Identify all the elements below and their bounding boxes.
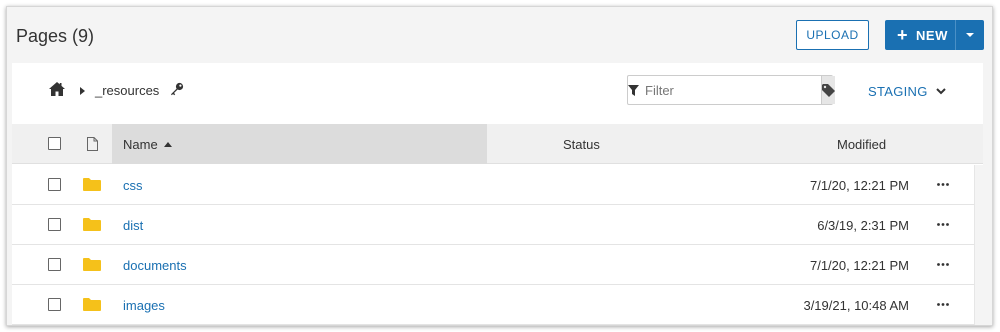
- breadcrumb-current[interactable]: _resources: [95, 83, 159, 98]
- row-modified: 7/1/20, 12:21 PM: [809, 178, 909, 193]
- new-dropdown-toggle[interactable]: [956, 33, 984, 37]
- table-header: Name Status Modified: [12, 124, 983, 164]
- row-checkbox[interactable]: [48, 178, 61, 191]
- chevron-right-icon: [80, 87, 85, 95]
- file-list: css 7/1/20, 12:21 PM dist 6/3/19, 2:31 P…: [12, 165, 974, 325]
- table-row[interactable]: dist 6/3/19, 2:31 PM: [12, 205, 974, 245]
- table-row[interactable]: images 3/19/21, 10:48 AM: [12, 285, 974, 325]
- row-name-link[interactable]: dist: [123, 218, 143, 233]
- row-modified: 6/3/19, 2:31 PM: [817, 218, 909, 233]
- row-checkbox[interactable]: [48, 298, 61, 311]
- row-name-link[interactable]: documents: [123, 258, 187, 273]
- page-title: Pages (9): [16, 26, 95, 46]
- filter-box: [627, 75, 835, 105]
- document-icon: [87, 137, 98, 151]
- table-row[interactable]: documents 7/1/20, 12:21 PM: [12, 245, 974, 285]
- key-icon[interactable]: [170, 82, 184, 96]
- column-header-modified[interactable]: Modified: [837, 137, 886, 152]
- row-name-link[interactable]: css: [123, 178, 143, 193]
- plus-icon: +: [897, 25, 909, 45]
- home-icon[interactable]: [49, 82, 65, 96]
- chevron-down-icon: [935, 88, 946, 95]
- vertical-scrollbar[interactable]: [974, 165, 983, 325]
- row-checkbox[interactable]: [48, 218, 61, 231]
- folder-icon: [83, 178, 101, 191]
- filter-input[interactable]: [639, 76, 821, 104]
- content-panel: _resources STAGING: [12, 63, 983, 325]
- column-header-status[interactable]: Status: [563, 137, 600, 152]
- folder-icon: [83, 258, 101, 271]
- environment-selector[interactable]: STAGING: [868, 84, 946, 99]
- pages-window: Pages (9) UPLOAD + NEW _resources Filter…: [6, 6, 993, 326]
- tag-icon: [822, 83, 835, 97]
- environment-label: STAGING: [868, 84, 928, 99]
- caret-down-icon: [966, 33, 974, 37]
- filter-icon: [628, 76, 639, 104]
- more-actions-icon[interactable]: [936, 177, 950, 191]
- folder-icon: [83, 218, 101, 231]
- upload-button[interactable]: UPLOAD: [796, 20, 869, 50]
- new-button[interactable]: + NEW: [885, 20, 955, 50]
- row-name-link[interactable]: images: [123, 298, 165, 313]
- row-modified: 3/19/21, 10:48 AM: [803, 298, 909, 313]
- tag-filter-button[interactable]: [821, 76, 835, 104]
- more-actions-icon[interactable]: [936, 217, 950, 231]
- column-header-name[interactable]: Name: [123, 137, 172, 152]
- sort-ascending-icon: [163, 142, 172, 147]
- more-actions-icon[interactable]: [936, 257, 950, 271]
- row-checkbox[interactable]: [48, 258, 61, 271]
- row-modified: 7/1/20, 12:21 PM: [809, 258, 909, 273]
- breadcrumb: _resources: [12, 63, 983, 118]
- table-row[interactable]: css 7/1/20, 12:21 PM: [12, 165, 974, 205]
- folder-icon: [83, 298, 101, 311]
- new-button-label: NEW: [916, 27, 948, 43]
- more-actions-icon[interactable]: [936, 297, 950, 311]
- column-header-name-label: Name: [123, 137, 158, 152]
- new-button-group: + NEW: [885, 20, 984, 50]
- select-all-checkbox[interactable]: [48, 137, 61, 150]
